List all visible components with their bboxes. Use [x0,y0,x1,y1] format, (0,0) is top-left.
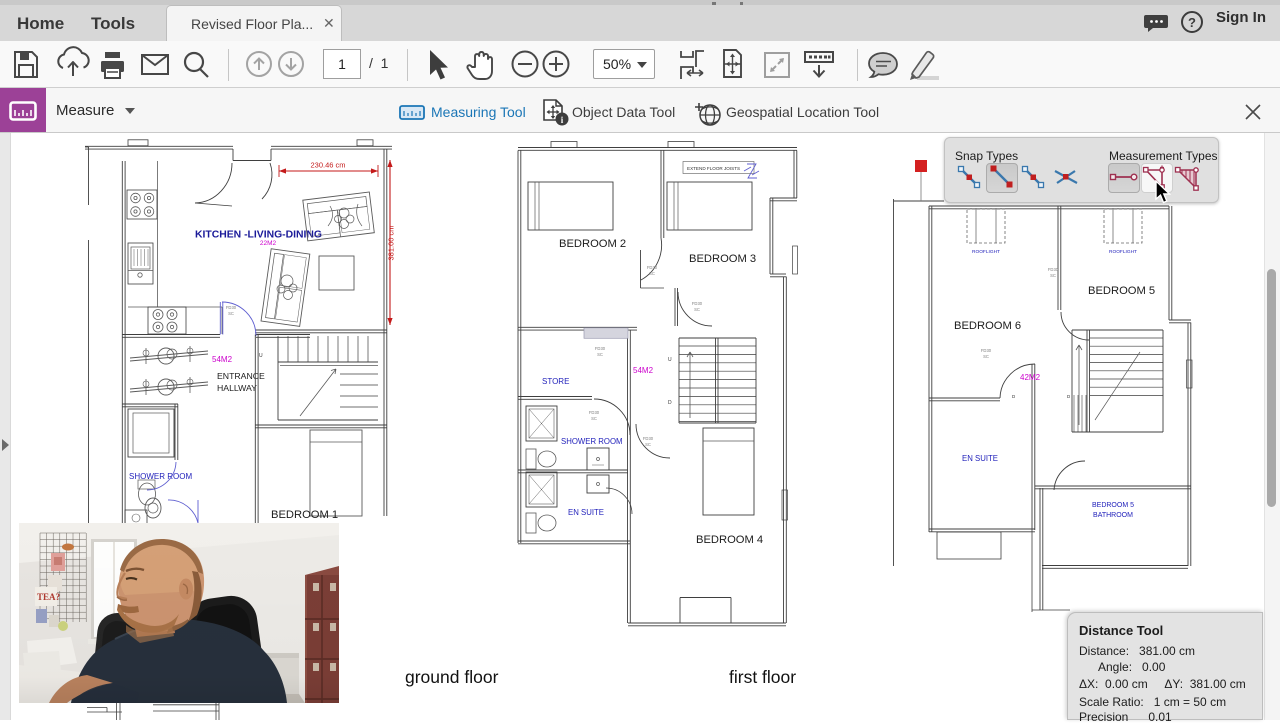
svg-text:22M2: 22M2 [260,240,277,247]
svg-text:STORE: STORE [542,377,569,386]
svg-text:54M2: 54M2 [212,355,233,364]
svg-text:54M2: 54M2 [633,366,654,375]
svg-text:BATHROOM: BATHROOM [1093,512,1133,519]
svg-text:FD30: FD30 [595,346,606,351]
svg-text:SHOWER ROOM: SHOWER ROOM [561,437,623,446]
svg-text:SC: SC [1050,273,1056,278]
svg-text:ROOFLIGHT: ROOFLIGHT [1109,249,1137,255]
svg-text:SC: SC [983,354,989,359]
svg-text:BEDROOM 5: BEDROOM 5 [1092,502,1134,509]
svg-text:SC: SC [645,442,651,447]
svg-text:U: U [259,353,263,359]
svg-text:230.46 cm: 230.46 cm [310,161,345,170]
svg-text:SHOWER ROOM: SHOWER ROOM [129,472,192,481]
svg-text:BEDROOM 4: BEDROOM 4 [696,534,763,546]
svg-text:FD30: FD30 [589,410,600,415]
svg-text:EN SUITE: EN SUITE [962,454,998,463]
svg-text:BEDROOM 3: BEDROOM 3 [689,253,756,265]
svg-text:42M2: 42M2 [1020,373,1041,382]
svg-text:FD30: FD30 [981,348,992,353]
svg-text:KITCHEN -LIVING-DINING: KITCHEN -LIVING-DINING [195,230,322,241]
svg-text:U: U [668,357,672,363]
svg-text:SC: SC [591,416,597,421]
svg-text:BEDROOM 5: BEDROOM 5 [1088,285,1155,297]
svg-text:SC: SC [649,271,655,276]
svg-text:BEDROOM 1: BEDROOM 1 [271,509,338,521]
svg-text:SC: SC [694,307,700,312]
svg-text:381.00 cm: 381.00 cm [387,225,396,260]
svg-text:FD30: FD30 [692,301,703,306]
svg-text:EN SUITE: EN SUITE [568,508,604,517]
svg-text:FD30: FD30 [643,436,654,441]
svg-text:FD30: FD30 [226,305,237,310]
svg-text:?: ? [1188,15,1196,30]
svg-text:first floor: first floor [729,667,796,687]
svg-text:FD30: FD30 [1048,267,1059,272]
svg-text:SC: SC [228,311,234,316]
svg-text:HALLWAY: HALLWAY [217,383,257,393]
svg-text:D: D [668,400,672,406]
svg-text:ROOFLIGHT: ROOFLIGHT [972,249,1000,255]
svg-text:BEDROOM 6: BEDROOM 6 [954,320,1021,332]
svg-text:D: D [1067,394,1071,399]
svg-text:ground floor: ground floor [405,667,499,687]
svg-text:SC: SC [597,352,603,357]
svg-text:D: D [1012,394,1016,399]
svg-text:FD30: FD30 [647,265,658,270]
svg-text:BEDROOM 2: BEDROOM 2 [559,238,626,250]
svg-text:EXTEND FLOOR JOISTS: EXTEND FLOOR JOISTS [687,166,740,171]
